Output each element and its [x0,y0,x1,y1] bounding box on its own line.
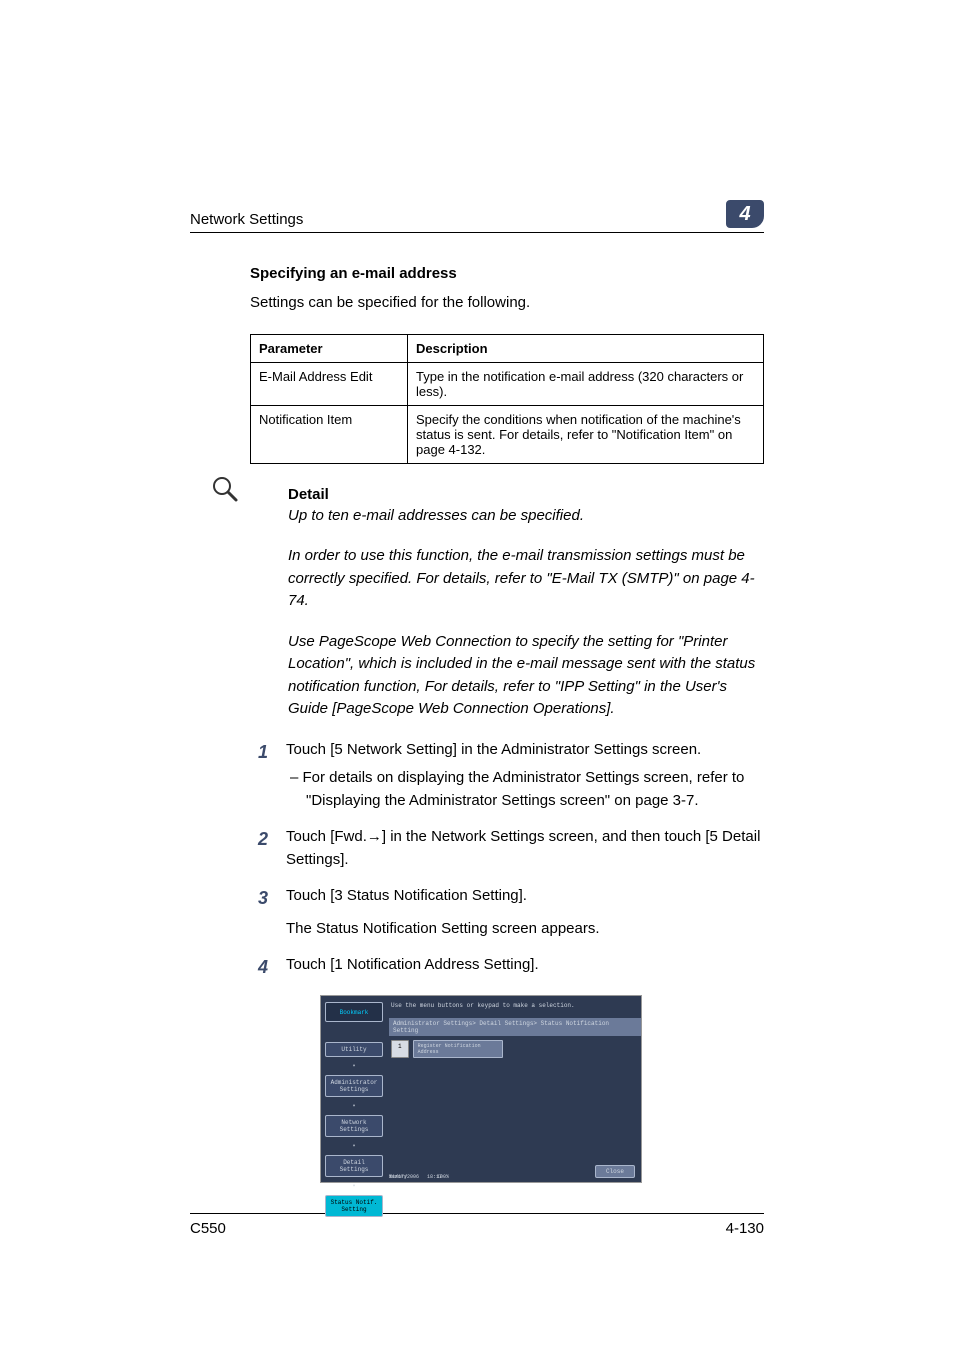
parameter-table: Parameter Description E-Mail Address Edi… [250,334,764,464]
cell-param: E-Mail Address Edit [251,362,408,405]
magnifier-icon [210,474,240,511]
table-row: E-Mail Address Edit Type in the notifica… [251,362,764,405]
footer-page-number: 4-130 [726,1220,764,1237]
step-number: 3 [250,885,268,940]
chevron-down-icon: ▾ [325,1103,383,1109]
screenshot-breadcrumb: Administrator Settings> Detail Settings>… [389,1018,641,1036]
table-row: Notification Item Specify the conditions… [251,405,764,463]
chevron-down-icon: ▾ [325,1183,383,1189]
step-subtext: – For details on displaying the Administ… [286,767,764,812]
step-number: 1 [250,739,268,813]
step-text: Touch [1 Notification Address Setting]. [286,954,764,977]
step-text: Touch [3 Status Notification Setting]. [286,885,764,908]
screenshot-sidebar: Bookmark Utility ▾ Administrator Setting… [325,1002,383,1217]
cell-desc: Specify the conditions when notification… [408,405,764,463]
step-text: Touch [Fwd.→] in the Network Settings sc… [286,826,764,871]
status-memory-label: Memory [389,1174,407,1180]
sidebar-status-notif[interactable]: Status Notif. Setting [325,1195,383,1217]
cell-param: Notification Item [251,405,408,463]
screenshot-hint: Use the menu buttons or keypad to make a… [391,1002,575,1009]
sidebar-detail-settings[interactable]: Detail Settings [325,1155,383,1177]
sidebar-admin-settings[interactable]: Administrator Settings [325,1075,383,1097]
step-1: 1 Touch [5 Network Setting] in the Admin… [250,739,764,813]
sidebar-network-settings[interactable]: Network Settings [325,1115,383,1137]
step-result: The Status Notification Setting screen a… [286,918,764,941]
chapter-number-badge: 4 [726,200,764,228]
page-header: Network Settings 4 [190,200,764,233]
detail-paragraph: Use PageScope Web Connection to specify … [250,631,764,721]
chevron-down-icon: ▾ [325,1063,383,1069]
intro-text: Settings can be specified for the follow… [250,292,764,314]
detail-heading: Detail [250,486,764,503]
table-head-parameter: Parameter [251,334,408,362]
chevron-down-icon: ▾ [325,1143,383,1149]
step-number: 2 [250,826,268,871]
step-4: 4 Touch [1 Notification Address Setting]… [250,954,764,981]
section-title: Specifying an e-mail address [250,265,764,282]
step-3: 3 Touch [3 Status Notification Setting].… [250,885,764,940]
footer-model: C550 [190,1220,226,1237]
close-button[interactable]: Close [595,1165,635,1178]
step-number: 4 [250,954,268,981]
sidebar-utility[interactable]: Utility [325,1042,383,1057]
bookmark-tab[interactable]: Bookmark [325,1002,383,1022]
device-screenshot: Use the menu buttons or keypad to make a… [320,995,642,1183]
option-label[interactable]: Register Notification Address [413,1040,503,1058]
cell-desc: Type in the notification e-mail address … [408,362,764,405]
detail-paragraph: In order to use this function, the e-mai… [250,545,764,613]
detail-paragraph: Up to ten e-mail addresses can be specif… [250,505,764,528]
table-head-description: Description [408,334,764,362]
status-memory-value: 100% [437,1174,449,1180]
step-text: Touch [5 Network Setting] in the Adminis… [286,739,764,762]
screenshot-option-row: 1 Register Notification Address [391,1040,503,1058]
section-label: Network Settings [190,211,303,228]
page-footer: C550 4-130 [190,1213,764,1237]
option-number[interactable]: 1 [391,1040,409,1058]
step-2: 2 Touch [Fwd.→] in the Network Settings … [250,826,764,871]
